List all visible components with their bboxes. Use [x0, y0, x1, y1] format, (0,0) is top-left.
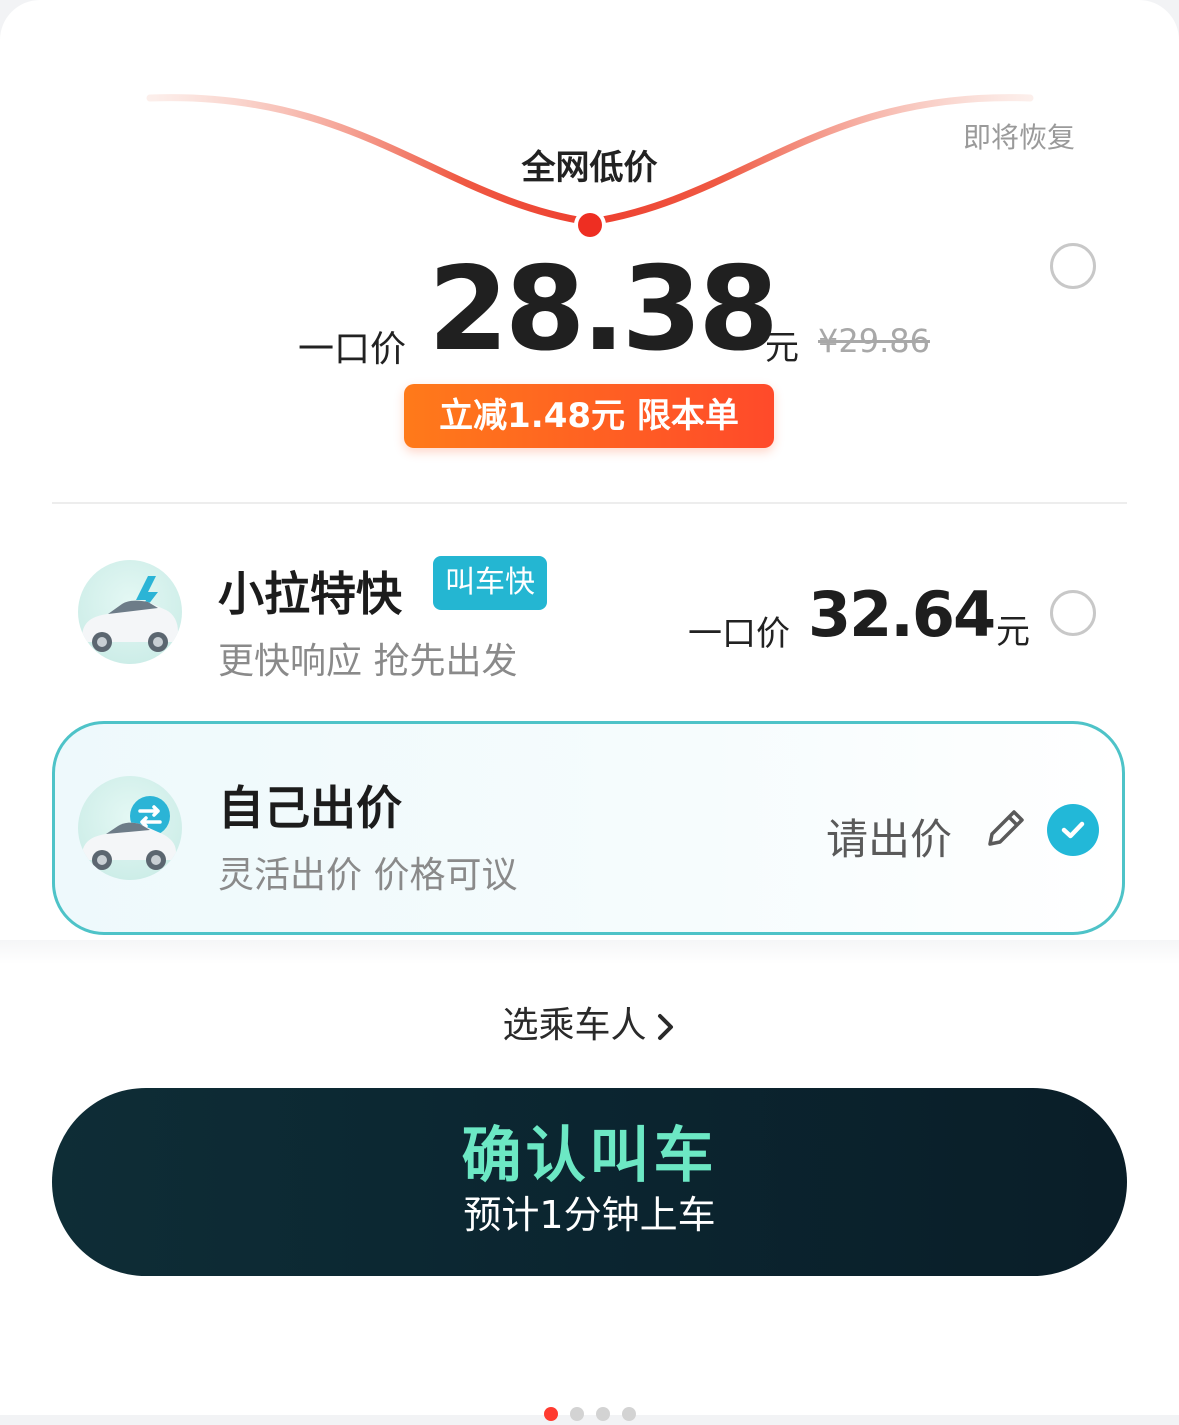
restore-note: 即将恢复: [962, 121, 1075, 154]
page-dot-active: [543, 1407, 558, 1421]
featured-price: 28.38: [428, 242, 779, 377]
original-price: ¥29.86: [818, 322, 930, 360]
page-dot: [595, 1407, 610, 1421]
option-row-custom-bid[interactable]: [52, 721, 1125, 935]
select-passenger-label: 选乘车人: [502, 1005, 647, 1046]
eta-subtitle: 预计1分钟上车: [463, 1193, 716, 1237]
custom-bid-title: 自己出价: [218, 781, 402, 835]
custom-bid-car-icon: [78, 776, 182, 880]
express-subtitle: 更快响应 抢先出发: [218, 641, 518, 682]
section-divider: [52, 502, 1127, 504]
page-dot: [569, 1407, 584, 1421]
fast-pickup-tag: 叫车快: [433, 556, 547, 610]
confirm-ride-button[interactable]: 确认叫车 预计1分钟上车: [52, 1088, 1127, 1276]
price-prefix: 一口价: [298, 329, 407, 370]
express-title: 小拉特快: [218, 567, 402, 621]
custom-bid-subtitle: 灵活出价 价格可议: [218, 855, 518, 896]
express-car-icon: [78, 560, 182, 664]
express-price-prefix: 一口价: [688, 614, 790, 654]
express-price-unit: 元: [996, 612, 1030, 652]
express-price: 32.64: [808, 578, 996, 651]
pencil-icon[interactable]: [982, 806, 1028, 852]
chevron-right-icon: [657, 1014, 673, 1040]
featured-price-row: 一口价 28.38 元 ¥29.86: [0, 242, 1179, 377]
enter-bid-label[interactable]: 请出价: [826, 806, 952, 867]
page-indicator: [0, 1406, 1179, 1425]
selected-check-icon[interactable]: [1047, 804, 1099, 856]
page-dot: [621, 1407, 636, 1421]
confirm-ride-title: 确认叫车: [461, 1121, 718, 1191]
featured-option-radio[interactable]: [1050, 243, 1096, 289]
express-option-radio[interactable]: [1050, 590, 1096, 636]
ride-options-card: 全网低价 即将恢复 一口价 28.38 元 ¥29.86 立减1.48元 限本单…: [0, 0, 1179, 1421]
list-bottom-fade: [0, 940, 1179, 964]
select-passenger-link[interactable]: 选乘车人: [0, 996, 1179, 1048]
discount-badge: 立减1.48元 限本单: [404, 384, 774, 448]
price-unit: 元: [765, 328, 799, 368]
